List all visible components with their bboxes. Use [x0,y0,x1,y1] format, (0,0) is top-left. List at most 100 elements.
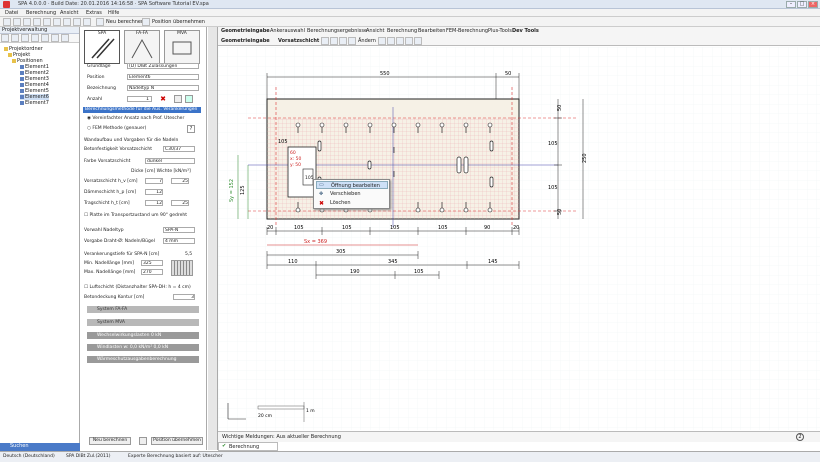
properties-scrollbar[interactable] [208,27,218,450]
menu-hilfe[interactable]: Hilfe [108,10,119,16]
draht-select[interactable]: 4 mm [163,238,195,244]
menu-extras[interactable]: Extras [86,10,102,16]
sub-geometrie: Geometrieingabe [221,38,270,44]
radio-fem[interactable]: ○ FEM Methode (genauer) [87,126,146,131]
settings-icon[interactable] [414,37,422,45]
tab-mva[interactable]: MVA [164,30,200,64]
vs-thickness[interactable]: 7 [145,178,163,184]
tab-geometrie[interactable]: Geometrieingabe [221,28,270,34]
bezeichnung-input[interactable]: Nadeltyp N [127,85,199,91]
status-calc: Berechnung basiert auf: Utescher [147,454,223,459]
new-calc-button[interactable]: Neu berechnen [106,19,144,25]
opening-label: 60 [290,150,296,156]
drawing-canvas[interactable]: 60 x: 50 y: 50 105 550 50 50 50 105 105 … [218,47,820,430]
apply-icon[interactable] [142,18,150,26]
tab-dev-tools[interactable]: Dev Tools [512,28,539,34]
luft-checkbox[interactable]: ☐ Luftschicht (Distanzhalter SPA-DH: h =… [84,285,191,290]
apply-position-button-bottom[interactable]: Position übernehmen [151,437,203,445]
system-mva-bar[interactable]: System MVA [87,319,199,326]
grundlage-select[interactable]: (D) DIBt Zulassungen [127,63,199,69]
menu-item-delete[interactable]: Löschen [316,199,388,207]
message-count[interactable]: 2 [796,433,804,441]
waermeschutz-bar[interactable]: Wärmeschutzausgabenberechnung [87,356,199,363]
zoom-icon[interactable] [387,37,395,45]
new-file-icon[interactable] [3,18,11,26]
menu-datei[interactable]: Datei [5,10,18,16]
tab-ansicht[interactable]: Ansicht [366,28,384,34]
move-icon[interactable] [339,37,347,45]
menu-ansicht[interactable]: Ansicht [60,10,78,16]
max-input[interactable]: 270 [141,269,163,275]
tab-ergebnisse[interactable]: Berechnungsergebnisse [307,28,367,34]
element-icon [20,88,24,93]
tab-plus-tools[interactable]: Plus-Tools [488,28,512,34]
grid-icon[interactable] [330,37,338,45]
system-fa-bar[interactable]: System FA-FA [87,306,199,313]
minimize-button[interactable]: – [786,1,796,8]
delete-icon[interactable]: ✖ [159,95,167,103]
dim-right: 105 [548,185,558,191]
position-input[interactable]: Element6 [127,74,199,80]
windlasten-bar[interactable]: Windlasten w: 0,0 kN/m² 0,0 kN [87,344,199,351]
tab-bearbeiten[interactable]: Bearbeiten [418,28,445,34]
redo-icon[interactable] [53,18,61,26]
close-button[interactable]: × [808,1,818,8]
apply-icon[interactable] [139,437,147,445]
andern-button[interactable]: Ändern [358,38,376,44]
edit-icon[interactable] [31,34,39,42]
table-icon[interactable] [405,37,413,45]
apply-position-button[interactable]: Position übernehmen [152,19,205,25]
save-icon[interactable] [23,18,31,26]
tab-berechnung[interactable]: Berechnung [387,28,417,34]
view-icon[interactable] [378,37,386,45]
menu-item-edit-opening[interactable]: Öffnung bearbeiten [316,181,388,189]
tab-ankerauswahl[interactable]: Ankerauswahl [270,28,305,34]
sub-vorsatzschicht: Vorsatzschicht [278,38,320,44]
add-icon[interactable] [1,34,9,42]
nadeltyp-select[interactable]: SPA-N [163,227,195,233]
remove-icon[interactable] [21,34,29,42]
tree-item-element[interactable]: Element7 [20,100,49,106]
kontur-input[interactable]: 3 [173,294,195,300]
radio-utescher[interactable]: ◉ Vereinfachter Ansatz nach Prof. Utesch… [87,116,184,121]
anzahl-input[interactable]: 1 [127,96,152,102]
folder-icon[interactable] [11,34,19,42]
new-calc-button-bottom[interactable]: Neu berechnen [89,437,131,445]
mva-system-icon [172,41,192,55]
add-icon[interactable] [185,95,193,103]
down-icon[interactable] [51,34,59,42]
help-button[interactable]: ? [187,125,195,133]
paste-icon[interactable] [73,18,81,26]
search-tab[interactable]: Suchen [0,443,80,451]
copy-icon[interactable] [63,18,71,26]
tab-fem[interactable]: FEM-Berechnung [446,28,488,34]
maximize-button[interactable]: □ [797,1,807,8]
up-icon[interactable] [41,34,49,42]
ts-thickness[interactable]: 12 [145,200,163,206]
delete-icon[interactable] [83,18,91,26]
min-input[interactable]: 325 [141,260,163,266]
undo-icon[interactable] [43,18,51,26]
beton-select[interactable]: C30/37 [163,146,195,152]
menu-item-move[interactable]: Verschieben [316,190,388,198]
transport-checkbox[interactable]: ☐ Platte im Transportzustand um 90° gedr… [84,213,187,218]
scale-y-label: 1 m [306,408,315,414]
open-folder-icon[interactable] [13,18,21,26]
wechselwirkung-bar[interactable]: Wechselwirkungslasten 0 kN [87,332,199,339]
pencil-icon[interactable] [348,37,356,45]
farbe-select[interactable]: dunkel [145,158,195,164]
print-icon[interactable] [33,18,41,26]
tab-spa[interactable]: SPA [84,30,120,64]
ds-thickness[interactable]: 12 [145,189,163,195]
menu-berechnung[interactable]: Berechnung [26,10,56,16]
ts-weight[interactable]: 25 [171,200,189,206]
properties-panel: SPA FA-FA MVA Grundlage (D) DIBt Zulassu… [81,27,207,450]
fit-icon[interactable] [396,37,404,45]
tab-fa-fa[interactable]: FA-FA [124,30,160,64]
tab-berechnung-bottom[interactable]: Berechnung [218,442,278,451]
refresh-icon[interactable] [61,34,69,42]
select-icon[interactable] [321,37,329,45]
copy-icon[interactable] [174,95,182,103]
calculator-icon[interactable] [96,18,104,26]
vs-weight[interactable]: 25 [171,178,189,184]
